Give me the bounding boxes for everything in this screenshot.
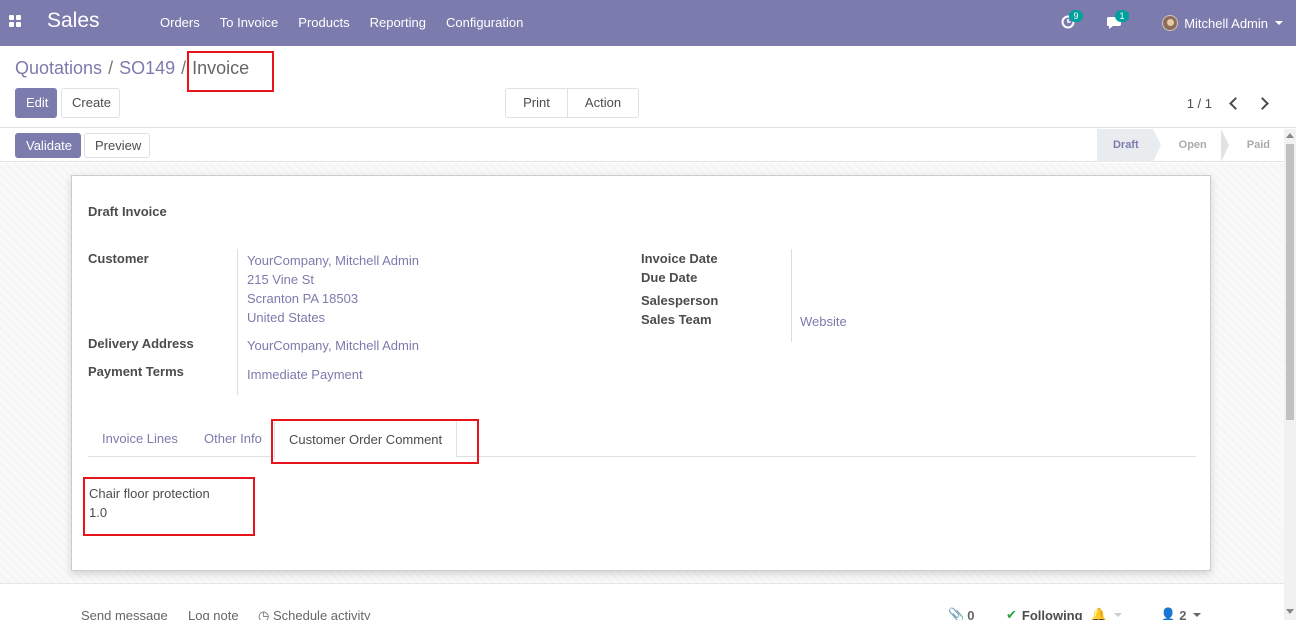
- menu-products[interactable]: Products: [288, 0, 359, 46]
- page-title: Draft Invoice: [88, 204, 167, 219]
- breadcrumb: Quotations / SO149 / Invoice: [15, 58, 249, 79]
- chevron-left-icon[interactable]: [1229, 97, 1242, 110]
- divider: [791, 249, 792, 342]
- tab-other-info[interactable]: Other Info: [190, 420, 276, 457]
- sales-team-value[interactable]: Website: [800, 312, 847, 331]
- tab-customer-order-comment[interactable]: Customer Order Comment: [274, 420, 458, 458]
- clock-icon: ◷: [258, 608, 270, 620]
- comment-line-1: Chair floor protection: [89, 486, 210, 501]
- user-name: Mitchell Admin: [1184, 15, 1268, 31]
- validate-button[interactable]: Validate: [15, 133, 81, 158]
- customer-city: Scranton PA 18503: [247, 291, 359, 306]
- customer-value[interactable]: YourCompany, Mitchell Admin 215 Vine St …: [247, 251, 419, 327]
- notebook-tabs: Invoice Lines Other Info Customer Order …: [88, 420, 1196, 458]
- avatar: [1162, 15, 1179, 31]
- bell-icon[interactable]: 🔔: [1091, 607, 1107, 620]
- salesperson-label: Salesperson: [641, 293, 719, 308]
- following-button[interactable]: ✔ Following 🔔: [1006, 607, 1122, 620]
- payment-terms-label: Payment Terms: [88, 364, 184, 379]
- action-dropdown[interactable]: Action: [567, 88, 639, 134]
- menu-configuration[interactable]: Configuration: [436, 0, 533, 46]
- messages-badge: 1: [1115, 10, 1129, 22]
- menu-to-invoice[interactable]: To Invoice: [210, 0, 289, 46]
- customer-country: United States: [247, 310, 326, 325]
- invoice-date-label: Invoice Date: [641, 251, 718, 266]
- activity-badge: 9: [1069, 10, 1083, 22]
- breadcrumb-separator: /: [181, 58, 187, 78]
- chevron-right-icon[interactable]: [1256, 97, 1269, 110]
- menu-reporting[interactable]: Reporting: [360, 0, 436, 46]
- action-label: Action: [584, 95, 622, 110]
- customer-label: Customer: [88, 251, 149, 266]
- status-draft: Draft: [1096, 129, 1161, 162]
- app-brand[interactable]: Sales: [47, 9, 100, 33]
- attachments-button[interactable]: 📎 0: [948, 607, 974, 620]
- edit-button[interactable]: Edit: [15, 88, 57, 118]
- status-paid[interactable]: Paid: [1221, 129, 1284, 162]
- activity-clock-icon[interactable]: 9: [1061, 10, 1083, 30]
- log-note-button[interactable]: Log note: [188, 608, 239, 620]
- menu-orders[interactable]: Orders: [150, 0, 210, 46]
- chevron-down-icon[interactable]: [1113, 613, 1122, 617]
- pager: 1 / 1: [1187, 96, 1276, 111]
- check-icon: ✔: [1006, 607, 1017, 620]
- customer-name[interactable]: YourCompany, Mitchell Admin: [247, 251, 419, 270]
- customer-street: 215 Vine St: [247, 272, 314, 287]
- breadcrumb-order[interactable]: SO149: [119, 58, 175, 79]
- delivery-address-value[interactable]: YourCompany, Mitchell Admin: [247, 336, 419, 355]
- pager-value[interactable]: 1 / 1: [1187, 96, 1212, 111]
- sales-team-label: Sales Team: [641, 312, 712, 327]
- preview-button[interactable]: Preview: [84, 133, 150, 158]
- apps-menu-icon[interactable]: [9, 15, 21, 27]
- comment-line-2: 1.0: [89, 505, 108, 520]
- scroll-up-icon[interactable]: [1286, 133, 1294, 138]
- top-navbar: Sales Orders To Invoice Products Reporti…: [0, 0, 1296, 46]
- schedule-activity-label: Schedule activity: [272, 608, 371, 620]
- messages-icon[interactable]: 1: [1106, 10, 1129, 30]
- delivery-address-label: Delivery Address: [88, 336, 194, 351]
- chevron-down-icon: [1193, 613, 1202, 617]
- followers-count: 2: [1179, 607, 1187, 620]
- print-label: Print: [523, 95, 550, 110]
- scrollbar-thumb[interactable]: [1286, 144, 1294, 420]
- followers-button[interactable]: 👤 2: [1160, 607, 1202, 620]
- send-message-button[interactable]: Send message: [81, 608, 168, 620]
- paperclip-icon: 📎: [948, 607, 965, 620]
- print-dropdown[interactable]: Print: [505, 88, 568, 134]
- breadcrumb-quotations[interactable]: Quotations: [15, 58, 102, 79]
- chevron-down-icon: [1275, 21, 1283, 25]
- schedule-activity-button[interactable]: ◷ Schedule activity: [258, 608, 371, 620]
- status-open[interactable]: Open: [1153, 129, 1229, 162]
- attachment-count: 0: [967, 607, 975, 620]
- payment-terms-value[interactable]: Immediate Payment: [247, 365, 363, 384]
- divider: [237, 249, 238, 395]
- scroll-down-icon[interactable]: [1286, 609, 1294, 614]
- user-icon: 👤: [1160, 607, 1177, 620]
- create-button[interactable]: Create: [61, 88, 120, 118]
- scrollbar[interactable]: [1284, 129, 1296, 620]
- breadcrumb-separator: /: [108, 58, 114, 78]
- due-date-label: Due Date: [641, 270, 698, 285]
- main-menu: Orders To Invoice Products Reporting Con…: [150, 0, 533, 46]
- customer-order-comment: Chair floor protection 1.0: [89, 484, 210, 522]
- breadcrumb-current: Invoice: [192, 58, 250, 78]
- following-label: Following: [1021, 607, 1083, 620]
- form-statusbar: Validate Preview Draft Open Paid: [0, 129, 1284, 162]
- chatter: Send message Log note ◷ Schedule activit…: [0, 583, 1284, 620]
- status-steps: Draft Open Paid: [1096, 129, 1284, 162]
- tab-invoice-lines[interactable]: Invoice Lines: [88, 420, 192, 457]
- user-menu[interactable]: Mitchell Admin: [1162, 0, 1283, 46]
- invoice-sheet: Draft Invoice Customer YourCompany, Mitc…: [71, 175, 1211, 571]
- control-panel: Quotations / SO149 / Invoice Edit Create…: [0, 46, 1296, 134]
